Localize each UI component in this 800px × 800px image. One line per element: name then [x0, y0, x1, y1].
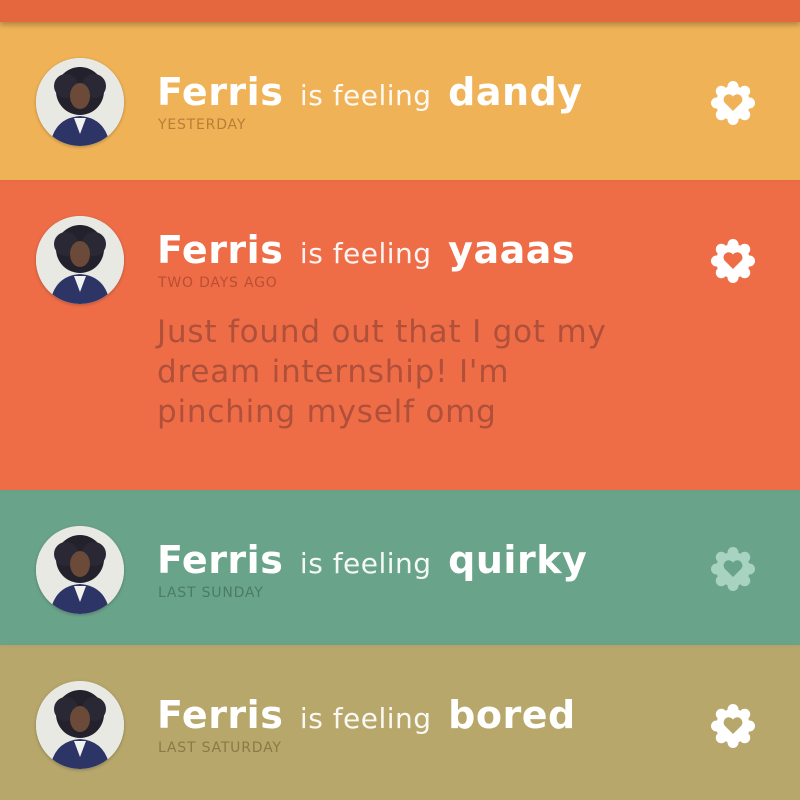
- mood-feed: Ferris is feeling dandy YESTERDAY Ferris…: [0, 0, 800, 800]
- mood-word: yaaas: [448, 228, 575, 272]
- mood-word: quirky: [448, 538, 588, 582]
- post-headline: Ferris is feeling yaaas: [157, 228, 575, 276]
- feeling-phrase: is feeling: [299, 702, 432, 735]
- post-card[interactable]: Ferris is feeling dandy YESTERDAY: [0, 22, 800, 180]
- user-name[interactable]: Ferris: [157, 538, 283, 582]
- user-name[interactable]: Ferris: [157, 693, 283, 737]
- heart-badge-icon[interactable]: [708, 701, 758, 751]
- post-timestamp: LAST SUNDAY: [158, 585, 264, 601]
- avatar[interactable]: [36, 526, 124, 614]
- mood-word: bored: [448, 693, 576, 737]
- feeling-phrase: is feeling: [299, 79, 432, 112]
- post-message: Just found out that I got my dream inter…: [157, 314, 607, 430]
- post-headline: Ferris is feeling quirky: [157, 538, 587, 586]
- heart-badge-icon[interactable]: [708, 236, 758, 286]
- post-timestamp: TWO DAYS AGO: [158, 275, 278, 291]
- feeling-phrase: is feeling: [299, 547, 432, 580]
- mood-word: dandy: [448, 70, 583, 114]
- post-timestamp: LAST SATURDAY: [158, 740, 282, 756]
- avatar[interactable]: [36, 681, 124, 769]
- heart-badge-icon[interactable]: [708, 544, 758, 594]
- post-card[interactable]: Ferris is feeling bored LAST SATURDAY: [0, 645, 800, 800]
- avatar[interactable]: [36, 58, 124, 146]
- feeling-phrase: is feeling: [299, 237, 432, 270]
- post-card[interactable]: Ferris is feeling quirky LAST SUNDAY: [0, 490, 800, 645]
- post-headline: Ferris is feeling bored: [157, 693, 576, 741]
- post-card[interactable]: Ferris is feeling yaaas TWO DAYS AGO Jus…: [0, 180, 800, 490]
- user-name[interactable]: Ferris: [157, 228, 283, 272]
- post-headline: Ferris is feeling dandy: [157, 70, 583, 118]
- heart-badge-icon[interactable]: [708, 78, 758, 128]
- post-timestamp: YESTERDAY: [158, 117, 247, 133]
- user-name[interactable]: Ferris: [157, 70, 283, 114]
- avatar[interactable]: [36, 216, 124, 304]
- previous-post-edge: [0, 0, 800, 22]
